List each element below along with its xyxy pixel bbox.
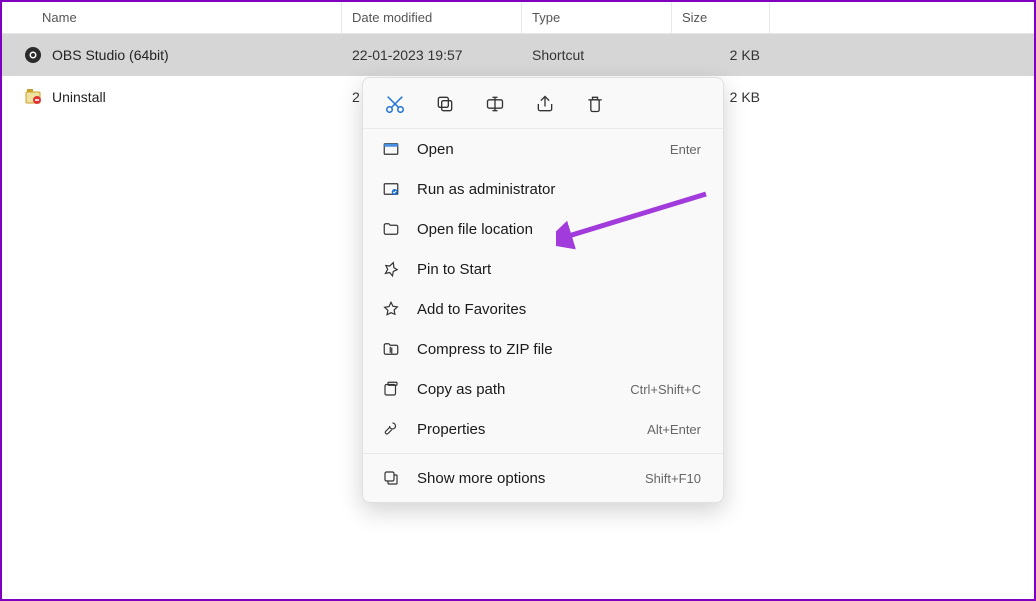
table-row[interactable]: OBS Studio (64bit) 22-01-2023 19:57 Shor… (2, 34, 1034, 76)
star-icon (381, 299, 401, 319)
column-date[interactable]: Date modified (342, 2, 522, 33)
run-admin-icon (381, 179, 401, 199)
column-type[interactable]: Type (522, 2, 672, 33)
menu-run-as-admin[interactable]: Run as administrator (363, 169, 723, 209)
copy-icon[interactable] (433, 92, 457, 116)
menu-shortcut: Enter (670, 142, 701, 157)
menu-copy-as-path[interactable]: Copy as path Ctrl+Shift+C (363, 369, 723, 409)
share-icon[interactable] (533, 92, 557, 116)
menu-label: Add to Favorites (417, 301, 685, 318)
file-date: 22-01-2023 19:57 (342, 47, 522, 63)
file-type: Shortcut (522, 47, 672, 63)
file-size: 2 KB (672, 47, 770, 63)
menu-label: Show more options (417, 470, 629, 487)
zip-icon (381, 339, 401, 359)
menu-label: Open (417, 141, 654, 158)
obs-icon (24, 46, 42, 64)
file-name: OBS Studio (64bit) (52, 47, 169, 63)
menu-label: Pin to Start (417, 261, 685, 278)
cut-icon[interactable] (383, 92, 407, 116)
menu-add-favorites[interactable]: Add to Favorites (363, 289, 723, 329)
menu-compress-zip[interactable]: Compress to ZIP file (363, 329, 723, 369)
menu-properties[interactable]: Properties Alt+Enter (363, 409, 723, 449)
column-name[interactable]: Name (2, 2, 342, 33)
menu-pin-to-start[interactable]: Pin to Start (363, 249, 723, 289)
more-icon (381, 468, 401, 488)
folder-icon (381, 219, 401, 239)
rename-icon[interactable] (483, 92, 507, 116)
file-name: Uninstall (52, 89, 106, 105)
context-menu-toolbar (363, 78, 723, 129)
menu-label: Copy as path (417, 381, 614, 398)
copy-path-icon (381, 379, 401, 399)
menu-label: Run as administrator (417, 181, 685, 198)
menu-show-more[interactable]: Show more options Shift+F10 (363, 458, 723, 498)
menu-shortcut: Shift+F10 (645, 471, 701, 486)
context-menu: Open Enter Run as administrator Open fil… (362, 77, 724, 503)
column-headers: Name Date modified Type Size (2, 2, 1034, 34)
delete-icon[interactable] (583, 92, 607, 116)
pin-icon (381, 259, 401, 279)
column-size[interactable]: Size (672, 2, 770, 33)
uninstall-icon (24, 88, 42, 106)
menu-label: Properties (417, 421, 631, 438)
menu-open-file-location[interactable]: Open file location (363, 209, 723, 249)
open-icon (381, 139, 401, 159)
menu-shortcut: Ctrl+Shift+C (630, 382, 701, 397)
menu-label: Compress to ZIP file (417, 341, 685, 358)
menu-separator (363, 453, 723, 454)
menu-shortcut: Alt+Enter (647, 422, 701, 437)
properties-icon (381, 419, 401, 439)
menu-open[interactable]: Open Enter (363, 129, 723, 169)
menu-label: Open file location (417, 221, 685, 238)
